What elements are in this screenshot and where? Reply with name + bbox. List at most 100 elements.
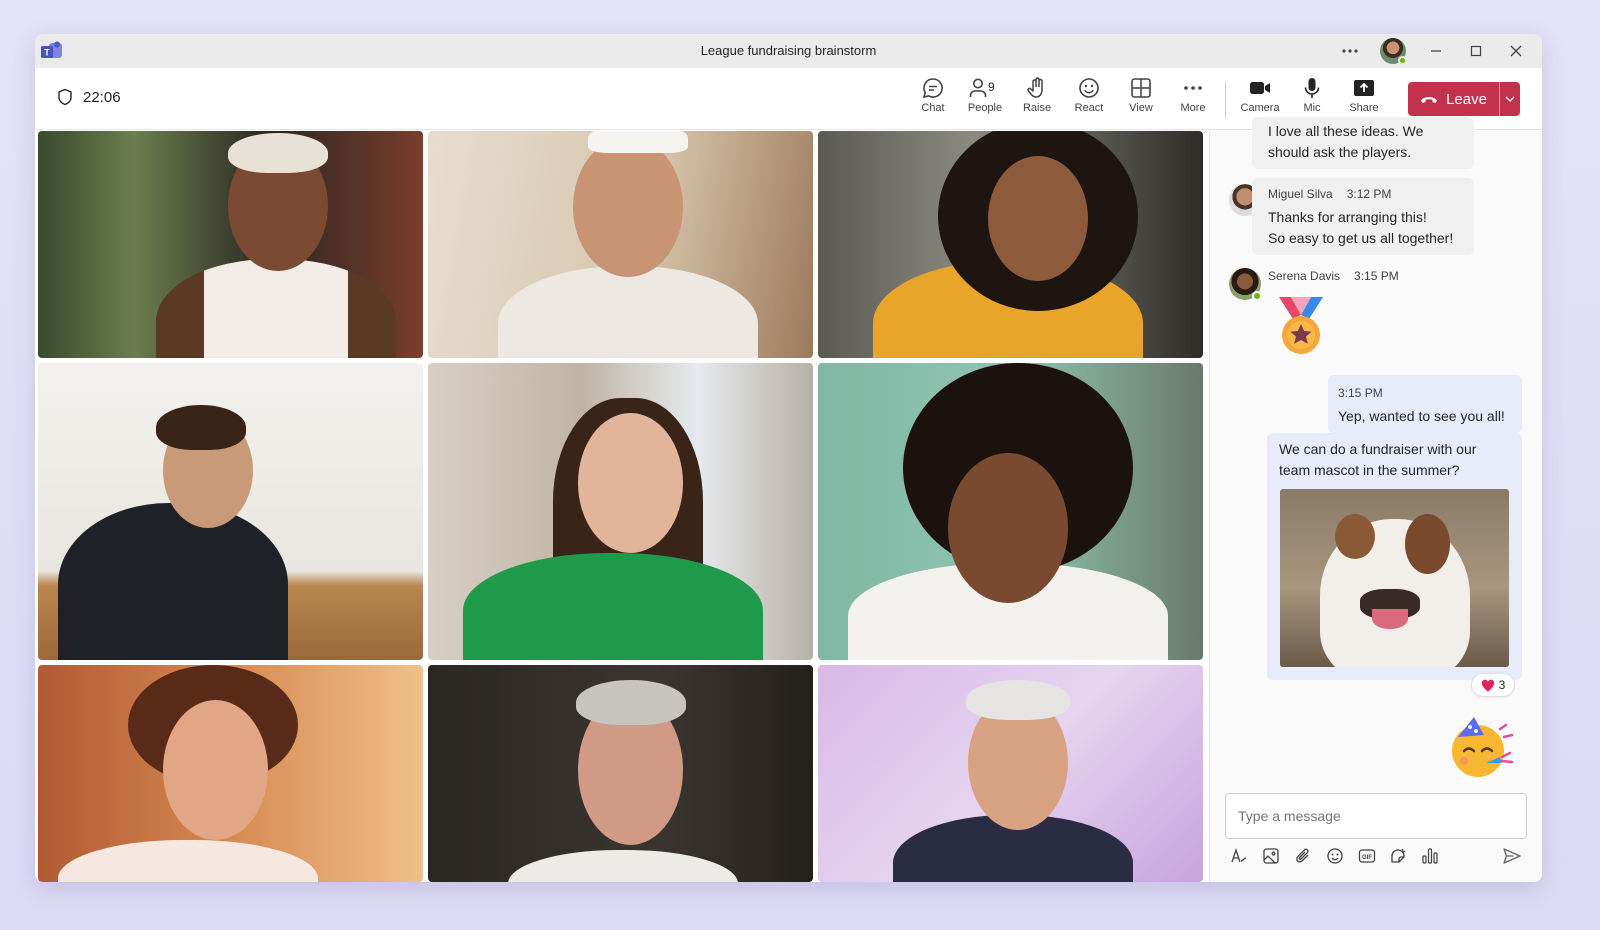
people-button[interactable]: 9 People [959,74,1011,124]
participant-video-tile[interactable] [38,363,423,660]
close-icon [1510,45,1522,57]
message-author: Miguel Silva [1268,187,1333,201]
message-text: team mascot in the summer? [1279,462,1460,478]
meeting-timer: 22:06 [57,88,121,106]
people-icon [969,78,987,97]
participant-video-tile[interactable] [38,665,423,882]
chat-label: Chat [921,102,945,114]
message-text: Thanks for arranging this! [1268,209,1427,225]
leave-options-button[interactable] [1499,82,1520,116]
participant-video-tile[interactable] [428,665,813,882]
gif-icon: GIF [1358,849,1375,863]
compose-box[interactable] [1225,793,1527,839]
paperclip-icon [1295,848,1309,863]
shield-icon [58,88,72,106]
compose-toolbar: GIF [1228,843,1523,869]
close-button[interactable] [1498,36,1534,66]
image-button[interactable] [1260,845,1282,867]
message-time: 3:15 PM [1338,386,1383,400]
participant-video-tile[interactable] [818,131,1203,358]
participant-video-tile[interactable] [818,665,1203,882]
toolbar-divider [1225,82,1226,118]
minimize-icon [1431,50,1441,52]
title-bar: T League fundraising brainstorm [35,34,1542,68]
message-text: We can do a fundraiser with our [1279,441,1477,457]
party-face-sticker [1452,717,1514,777]
chat-message: Serena Davis 3:15 PM [1268,269,1468,283]
react-label: React [1074,102,1104,114]
chat-panel: I love all these ideas. We should ask th… [1209,117,1542,882]
more-label: More [1180,102,1206,114]
chevron-down-icon [1505,96,1515,102]
sticker-button[interactable] [1387,845,1409,867]
leave-label: Leave [1446,90,1487,108]
maximize-icon [1470,45,1482,57]
send-icon [1503,848,1521,864]
minimize-button[interactable] [1418,36,1454,66]
sticker-icon [1391,848,1406,863]
grid-view-icon [1131,78,1151,98]
message-author: Serena Davis [1268,269,1341,283]
teams-logo-icon: T [41,41,62,58]
share-icon [1354,80,1374,96]
svg-text:T: T [44,48,50,58]
message-text: I love all these ideas. We [1268,123,1424,139]
people-label: People [967,102,1003,114]
raise-label: Raise [1022,102,1052,114]
format-button[interactable] [1228,845,1250,867]
timer-text: 22:06 [83,88,121,106]
window-title: League fundraising brainstorm [700,43,877,58]
emoji-icon [1326,848,1343,864]
video-grid [38,131,1203,882]
participant-video-tile[interactable] [428,131,813,358]
more-actions-button[interactable]: More [1167,74,1219,124]
participant-video-tile[interactable] [428,363,813,660]
poll-button[interactable] [1419,845,1441,867]
teams-window: T League fundraising brainstorm 22:06 Ch… [35,34,1542,882]
participant-video-tile[interactable] [818,363,1203,660]
view-label: View [1129,102,1153,114]
camera-label: Camera [1240,102,1280,114]
presence-available-icon [1398,56,1407,65]
react-button[interactable]: React [1063,74,1115,124]
share-label: Share [1349,102,1379,114]
raise-hand-button[interactable]: Raise [1011,74,1063,124]
chat-button[interactable]: Chat [907,74,959,124]
heart-icon [1481,679,1494,691]
format-text-icon [1231,847,1247,863]
bulldog-photo[interactable] [1280,489,1509,667]
view-button[interactable]: View [1115,74,1167,124]
reaction-badge[interactable]: 3 [1471,673,1515,697]
avatar-serena-davis[interactable] [1229,268,1262,301]
message-time: 3:12 PM [1346,187,1392,201]
mic-icon [1304,78,1320,98]
hang-up-icon [1421,97,1438,103]
chat-icon [922,78,943,99]
message-time: 3:15 PM [1354,269,1399,283]
my-chat-message: 3:15 PM Yep, wanted to see you all! [1328,375,1522,433]
message-text: should ask the players. [1268,144,1412,160]
leave-button[interactable]: Leave [1408,82,1499,116]
more-icon [1342,49,1358,53]
user-avatar[interactable] [1380,38,1407,65]
more-options-button[interactable] [1332,36,1368,66]
send-button[interactable] [1501,845,1523,867]
chat-message: Miguel Silva 3:12 PM Thanks for arrangin… [1252,178,1474,255]
attach-button[interactable] [1292,845,1314,867]
emoji-icon [1079,78,1099,98]
message-text: Yep, wanted to see you all! [1338,408,1505,424]
chat-message: I love all these ideas. We should ask th… [1252,117,1474,169]
gif-button[interactable]: GIF [1356,845,1378,867]
my-chat-message: We can do a fundraiser with our team mas… [1267,433,1522,680]
reaction-count: 3 [1498,678,1506,692]
message-text: So easy to get us all together! [1268,230,1454,246]
people-count: 9 [988,80,995,94]
maximize-button[interactable] [1458,36,1494,66]
leave-button-group: Leave [1408,82,1520,116]
emoji-button[interactable] [1324,845,1346,867]
medal-sticker [1279,297,1323,354]
participant-video-tile[interactable] [38,131,423,358]
message-input[interactable] [1238,808,1514,824]
more-icon [1184,86,1202,90]
image-icon [1263,848,1279,864]
